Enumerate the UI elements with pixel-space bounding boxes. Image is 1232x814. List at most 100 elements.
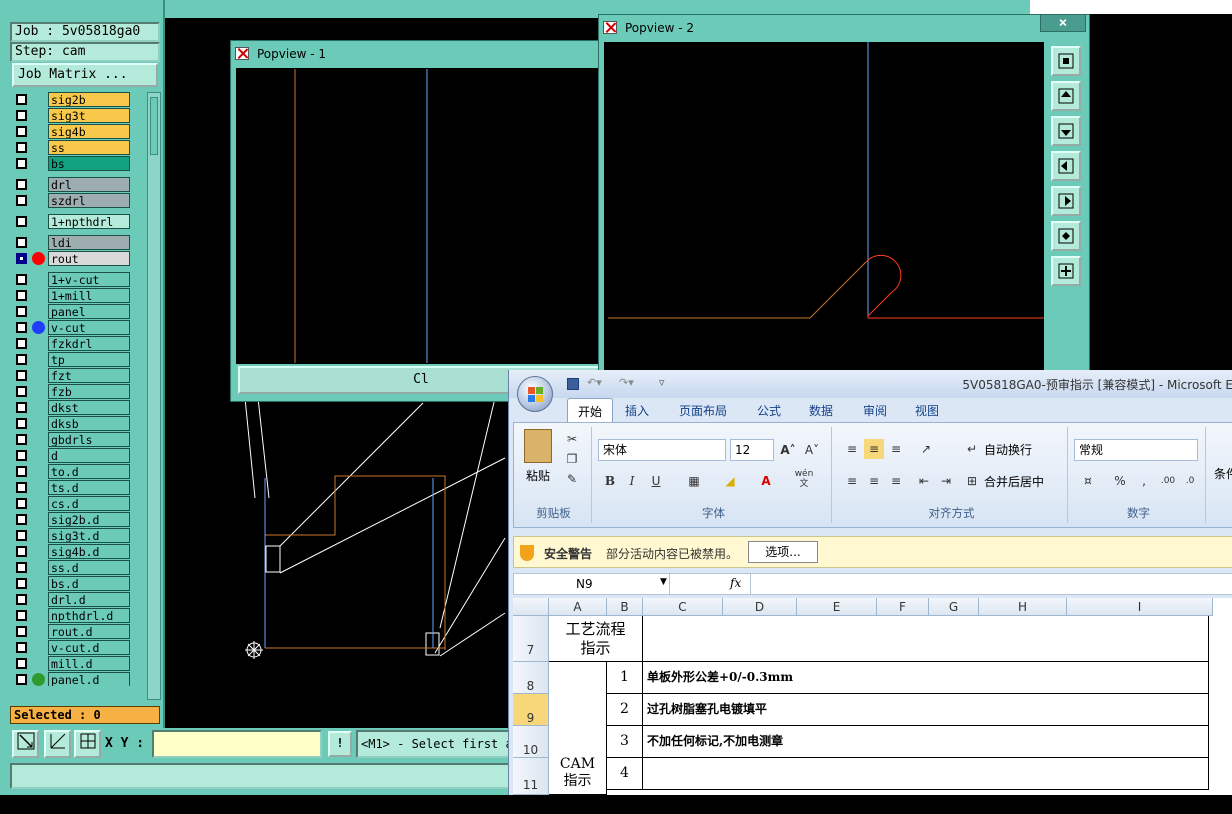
- conditional-format-button[interactable]: 条件格: [1214, 465, 1232, 482]
- layer-checkbox[interactable]: [16, 290, 27, 301]
- layer-row[interactable]: szdrl: [10, 193, 134, 208]
- layer-checkbox[interactable]: [16, 306, 27, 317]
- office-button[interactable]: [517, 376, 553, 412]
- measure-icon[interactable]: [44, 730, 71, 758]
- xy-input[interactable]: [152, 730, 322, 758]
- layer-name[interactable]: rout: [48, 251, 130, 266]
- increase-indent-icon[interactable]: ⇥: [936, 471, 956, 491]
- layer-checkbox[interactable]: [16, 562, 27, 573]
- zoom-out-icon[interactable]: [1051, 256, 1081, 286]
- layer-row[interactable]: bs.d: [10, 576, 134, 591]
- wrap-text-button[interactable]: 自动换行: [984, 441, 1032, 458]
- layer-row[interactable]: v-cut.d: [10, 640, 134, 655]
- fill-color-icon[interactable]: ◢: [720, 471, 740, 491]
- cell-process-value[interactable]: [643, 616, 1209, 662]
- layer-name[interactable]: bs: [48, 156, 130, 171]
- layer-checkbox[interactable]: [16, 370, 27, 381]
- pan-up-icon[interactable]: [1051, 81, 1081, 111]
- layer-name[interactable]: cs.d: [48, 496, 130, 511]
- percent-button[interactable]: %: [1110, 471, 1130, 491]
- options-button[interactable]: 选项...: [748, 541, 818, 563]
- layer-name[interactable]: v-cut: [48, 320, 130, 335]
- column-header[interactable]: B: [607, 598, 643, 616]
- formula-input[interactable]: [750, 574, 1232, 594]
- decrease-indent-icon[interactable]: ⇤: [914, 471, 934, 491]
- pan-right-icon[interactable]: [1051, 186, 1081, 216]
- cell-item-text[interactable]: 过孔树脂塞孔电镀填平: [643, 694, 1209, 726]
- layer-row[interactable]: sig3t.d: [10, 528, 134, 543]
- layer-checkbox[interactable]: [16, 450, 27, 461]
- layer-row[interactable]: ldi: [10, 235, 134, 250]
- align-left-icon[interactable]: ≡: [842, 471, 862, 491]
- name-box[interactable]: N9: [514, 574, 670, 594]
- layer-row[interactable]: to.d: [10, 464, 134, 479]
- layer-row[interactable]: fzb: [10, 384, 134, 399]
- layer-checkbox[interactable]: [16, 610, 27, 621]
- layer-name[interactable]: dkst: [48, 400, 130, 415]
- layer-row[interactable]: cs.d: [10, 496, 134, 511]
- align-center-icon[interactable]: ≡: [864, 471, 884, 491]
- row-header[interactable]: 11: [513, 758, 549, 795]
- layer-name[interactable]: drl.d: [48, 592, 130, 607]
- layer-checkbox[interactable]: [16, 434, 27, 445]
- orientation-icon[interactable]: ↗: [916, 439, 936, 459]
- layer-name[interactable]: fzkdrl: [48, 336, 130, 351]
- layer-name[interactable]: sig2b: [48, 92, 130, 107]
- layer-checkbox[interactable]: [16, 322, 27, 333]
- layer-row[interactable]: ts.d: [10, 480, 134, 495]
- align-middle-icon[interactable]: ≡: [864, 439, 884, 459]
- layer-name[interactable]: ldi: [48, 235, 130, 250]
- layer-name[interactable]: sig3t: [48, 108, 130, 123]
- layer-checkbox[interactable]: [16, 354, 27, 365]
- fx-label[interactable]: fx: [730, 576, 741, 590]
- column-header[interactable]: E: [797, 598, 877, 616]
- cell-item-text[interactable]: [643, 758, 1209, 790]
- excel-window[interactable]: 5V05818GA0-预审指示 [兼容模式] - Microsoft E ↶▾ …: [508, 370, 1232, 795]
- zoom-fit-icon[interactable]: [1051, 46, 1081, 76]
- layer-row[interactable]: 1+v-cut: [10, 272, 134, 287]
- scissors-icon[interactable]: ✂: [562, 429, 582, 449]
- font-color-icon[interactable]: A: [756, 471, 776, 491]
- underline-button[interactable]: U: [646, 471, 666, 491]
- phonetic-button[interactable]: wén 文: [794, 469, 814, 489]
- layer-name[interactable]: sig4b: [48, 124, 130, 139]
- layer-name[interactable]: szdrl: [48, 193, 130, 208]
- layer-list-scrollbar[interactable]: [147, 92, 161, 700]
- layer-row[interactable]: sig2b: [10, 92, 134, 107]
- align-bottom-icon[interactable]: ≡: [886, 439, 906, 459]
- layer-row[interactable]: ss: [10, 140, 134, 155]
- layer-checkbox[interactable]: [16, 386, 27, 397]
- bold-button[interactable]: B: [600, 471, 620, 491]
- tab-4[interactable]: 数据: [809, 402, 833, 419]
- pan-left-icon[interactable]: [1051, 151, 1081, 181]
- layer-name[interactable]: sig4b.d: [48, 544, 130, 559]
- merge-center-button[interactable]: 合并后居中: [984, 473, 1044, 490]
- layer-name[interactable]: d: [48, 448, 130, 463]
- layer-name[interactable]: tp: [48, 352, 130, 367]
- layer-checkbox[interactable]: [16, 546, 27, 557]
- pan-down-icon[interactable]: [1051, 116, 1081, 146]
- layer-checkbox[interactable]: [16, 498, 27, 509]
- layer-row[interactable]: fzt: [10, 368, 134, 383]
- layer-name[interactable]: gbdrls: [48, 432, 130, 447]
- row-header[interactable]: 8: [513, 662, 549, 694]
- layer-checkbox[interactable]: [16, 216, 27, 227]
- layer-checkbox[interactable]: [16, 594, 27, 605]
- popview-2-canvas[interactable]: [604, 42, 1044, 370]
- layer-row[interactable]: ss.d: [10, 560, 134, 575]
- layer-name[interactable]: fzt: [48, 368, 130, 383]
- brush-icon[interactable]: ✎: [562, 469, 582, 489]
- layer-checkbox[interactable]: [16, 626, 27, 637]
- redo-icon[interactable]: ↷▾: [619, 376, 634, 389]
- column-header[interactable]: C: [643, 598, 723, 616]
- layer-name[interactable]: drl: [48, 177, 130, 192]
- copy-icon[interactable]: ❐: [562, 449, 582, 469]
- layer-checkbox[interactable]: [16, 142, 27, 153]
- zoom-box-icon[interactable]: [12, 730, 39, 758]
- cell-item-text[interactable]: 不加任何标记,不加电测章: [643, 726, 1209, 758]
- chevron-down-icon[interactable]: ▼: [660, 577, 667, 587]
- layer-name[interactable]: to.d: [48, 464, 130, 479]
- layer-checkbox[interactable]: [16, 237, 27, 248]
- border-icon[interactable]: ▦: [684, 471, 704, 491]
- layer-name[interactable]: sig3t.d: [48, 528, 130, 543]
